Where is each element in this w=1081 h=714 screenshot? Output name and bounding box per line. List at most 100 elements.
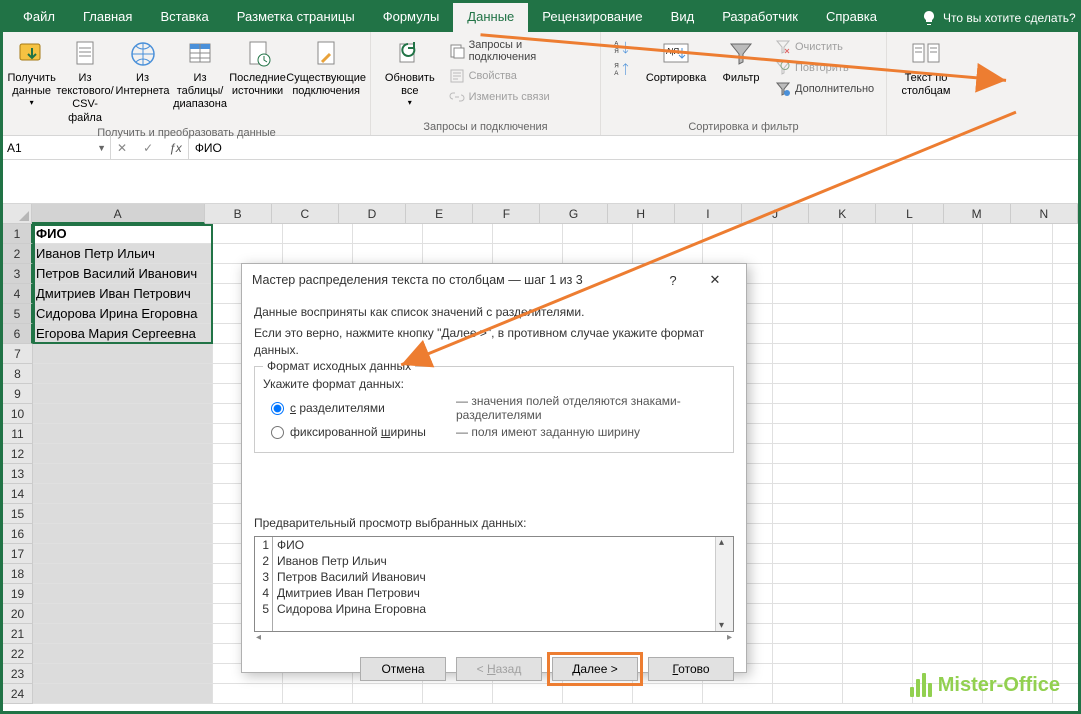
row-header[interactable]: 21 — [3, 624, 33, 644]
cell[interactable] — [1053, 524, 1078, 544]
cell[interactable] — [843, 624, 913, 644]
cell[interactable] — [913, 384, 983, 404]
cell[interactable] — [843, 224, 913, 244]
cell[interactable] — [843, 684, 913, 704]
cell[interactable] — [633, 224, 703, 244]
row-header[interactable]: 6 — [3, 324, 33, 344]
cell[interactable] — [773, 644, 843, 664]
cell[interactable] — [983, 524, 1053, 544]
cell[interactable] — [913, 444, 983, 464]
col-header-N[interactable]: N — [1011, 204, 1078, 224]
accept-formula-icon[interactable]: ✓ — [143, 141, 153, 155]
row-header[interactable]: 23 — [3, 664, 33, 684]
get-data-button[interactable]: Получить данные▾ — [7, 34, 56, 108]
cell[interactable] — [773, 424, 843, 444]
cell[interactable] — [773, 384, 843, 404]
col-header-M[interactable]: M — [944, 204, 1011, 224]
cell[interactable] — [1053, 644, 1078, 664]
tab-help[interactable]: Справка — [812, 3, 891, 32]
cell[interactable] — [843, 504, 913, 524]
cell[interactable] — [283, 224, 353, 244]
row-header[interactable]: 15 — [3, 504, 33, 524]
cell[interactable] — [983, 604, 1053, 624]
col-header-L[interactable]: L — [876, 204, 943, 224]
cell[interactable] — [843, 444, 913, 464]
row-header[interactable]: 13 — [3, 464, 33, 484]
cell[interactable] — [913, 344, 983, 364]
cell[interactable] — [1053, 264, 1078, 284]
cell[interactable] — [913, 464, 983, 484]
cell[interactable] — [773, 404, 843, 424]
row-header[interactable]: 20 — [3, 604, 33, 624]
cell[interactable] — [33, 564, 213, 584]
next-button[interactable]: Далее > — [552, 657, 638, 681]
cell[interactable] — [773, 504, 843, 524]
cell[interactable] — [33, 644, 213, 664]
cell[interactable] — [493, 244, 563, 264]
col-header-F[interactable]: F — [473, 204, 540, 224]
cell[interactable] — [843, 564, 913, 584]
cell[interactable] — [1053, 504, 1078, 524]
cell[interactable] — [33, 344, 213, 364]
cell[interactable] — [913, 644, 983, 664]
cell[interactable] — [773, 624, 843, 644]
tab-review[interactable]: Рецензирование — [528, 3, 656, 32]
cell[interactable]: Сидорова Ирина Егоровна — [33, 304, 213, 324]
col-header-G[interactable]: G — [540, 204, 607, 224]
row-header[interactable]: 3 — [3, 264, 33, 284]
sort-az-button[interactable]: АЯ ЯА — [605, 34, 641, 82]
row-header[interactable]: 2 — [3, 244, 33, 264]
recent-sources-button[interactable]: Последние источники — [229, 34, 287, 98]
cell[interactable] — [33, 384, 213, 404]
cell[interactable] — [913, 484, 983, 504]
filter-button[interactable]: Фильтр — [711, 34, 771, 85]
row-header[interactable]: 24 — [3, 684, 33, 704]
fx-icon[interactable]: ƒx — [169, 141, 182, 155]
cell[interactable] — [983, 284, 1053, 304]
cell[interactable] — [983, 544, 1053, 564]
cell[interactable] — [843, 384, 913, 404]
cancel-button[interactable]: Отмена — [360, 657, 446, 681]
cell[interactable] — [1053, 444, 1078, 464]
cell[interactable] — [913, 544, 983, 564]
cell[interactable] — [843, 284, 913, 304]
row-header[interactable]: 10 — [3, 404, 33, 424]
from-table-button[interactable]: Из таблицы/ диапазона — [171, 34, 229, 112]
cell[interactable] — [563, 244, 633, 264]
cell[interactable] — [423, 244, 493, 264]
finish-button[interactable]: Готово — [648, 657, 734, 681]
row-header[interactable]: 11 — [3, 424, 33, 444]
sort-button[interactable]: А|Я Сортировка — [641, 34, 711, 85]
row-header[interactable]: 19 — [3, 584, 33, 604]
cell[interactable] — [843, 664, 913, 684]
cell[interactable] — [983, 624, 1053, 644]
cell[interactable] — [843, 484, 913, 504]
cell[interactable] — [773, 564, 843, 584]
delimited-radio[interactable] — [271, 402, 284, 415]
cell[interactable] — [773, 544, 843, 564]
tab-file[interactable]: Файл — [9, 3, 69, 32]
cell[interactable] — [353, 244, 423, 264]
cell[interactable] — [563, 224, 633, 244]
cell[interactable] — [773, 304, 843, 324]
col-header-J[interactable]: J — [742, 204, 809, 224]
cell[interactable] — [983, 424, 1053, 444]
tab-home[interactable]: Главная — [69, 3, 146, 32]
cell[interactable] — [773, 684, 843, 704]
cell[interactable] — [773, 484, 843, 504]
cell[interactable] — [913, 504, 983, 524]
cell[interactable] — [983, 644, 1053, 664]
cell[interactable] — [703, 224, 773, 244]
cell[interactable] — [913, 284, 983, 304]
cell[interactable] — [983, 444, 1053, 464]
cell[interactable] — [1053, 324, 1078, 344]
cell[interactable] — [913, 584, 983, 604]
cell[interactable] — [1053, 544, 1078, 564]
tab-developer[interactable]: Разработчик — [708, 3, 812, 32]
existing-connections-button[interactable]: Существующие подключения — [286, 34, 366, 98]
cell[interactable] — [33, 624, 213, 644]
name-box-input[interactable] — [7, 141, 87, 155]
cell[interactable] — [33, 544, 213, 564]
advanced-filter-button[interactable]: Дополнительно — [771, 80, 878, 98]
cell[interactable] — [983, 504, 1053, 524]
